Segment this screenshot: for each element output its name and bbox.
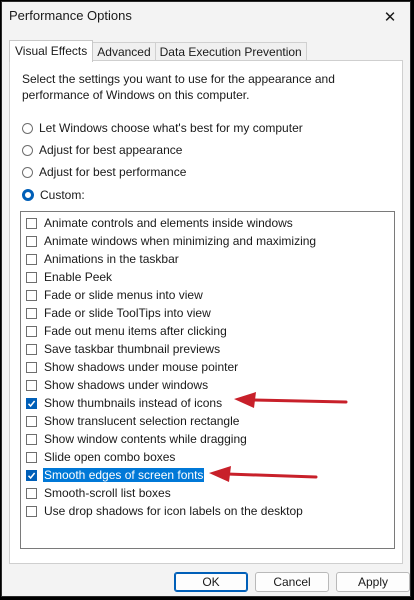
radio-label: Custom: bbox=[40, 188, 85, 202]
effect-label: Smooth-scroll list boxes bbox=[44, 486, 171, 500]
dialog-footer: OK Cancel Apply bbox=[2, 564, 410, 596]
effect-label: Use drop shadows for icon labels on the … bbox=[44, 504, 303, 518]
effect-list-item[interactable]: Save taskbar thumbnail previews bbox=[21, 340, 394, 358]
performance-options-window: Performance Options ✕ Visual Effects Adv… bbox=[1, 1, 411, 597]
checkbox-unchecked-icon[interactable] bbox=[26, 289, 37, 301]
effect-label: Animate controls and elements inside win… bbox=[44, 216, 293, 230]
radio-label: Let Windows choose what's best for my co… bbox=[39, 121, 303, 135]
radio-unchecked-icon bbox=[22, 166, 33, 178]
checkbox-unchecked-icon[interactable] bbox=[26, 361, 37, 373]
effect-list-item[interactable]: Smooth-scroll list boxes bbox=[21, 484, 394, 502]
effect-label: Show window contents while dragging bbox=[44, 432, 247, 446]
description-text: Select the settings you want to use for … bbox=[22, 72, 335, 102]
checkbox-unchecked-icon[interactable] bbox=[26, 433, 37, 445]
ok-button[interactable]: OK bbox=[174, 572, 248, 592]
effect-list-item[interactable]: Fade out menu items after clicking bbox=[21, 322, 394, 340]
checkbox-unchecked-icon[interactable] bbox=[26, 415, 37, 427]
checkbox-unchecked-icon[interactable] bbox=[26, 505, 37, 517]
checkbox-unchecked-icon[interactable] bbox=[26, 253, 37, 265]
radio-option-2[interactable]: Adjust for best performance bbox=[22, 163, 186, 181]
effect-label: Smooth edges of screen fonts bbox=[43, 468, 205, 482]
effect-label: Show thumbnails instead of icons bbox=[44, 396, 223, 410]
checkbox-checked-icon[interactable] bbox=[26, 469, 37, 481]
radio-unchecked-icon bbox=[22, 144, 33, 156]
checkbox-unchecked-icon[interactable] bbox=[26, 451, 37, 463]
close-button[interactable]: ✕ bbox=[370, 2, 410, 32]
checkbox-unchecked-icon[interactable] bbox=[26, 343, 37, 355]
effect-list-item[interactable]: Animate controls and elements inside win… bbox=[21, 214, 394, 232]
checkbox-unchecked-icon[interactable] bbox=[26, 235, 37, 247]
effect-list-item[interactable]: Show shadows under mouse pointer bbox=[21, 358, 394, 376]
title-bar: Performance Options ✕ bbox=[2, 2, 410, 32]
effect-label: Show translucent selection rectangle bbox=[44, 414, 240, 428]
effect-label: Slide open combo boxes bbox=[44, 450, 176, 464]
effect-label: Enable Peek bbox=[44, 270, 113, 284]
effect-list-item[interactable]: Animations in the taskbar bbox=[21, 250, 394, 268]
effect-label: Show shadows under mouse pointer bbox=[44, 360, 239, 374]
checkbox-unchecked-icon[interactable] bbox=[26, 217, 37, 229]
effect-label: Show shadows under windows bbox=[44, 378, 209, 392]
window-title: Performance Options bbox=[9, 8, 132, 23]
tab-visual-effects[interactable]: Visual Effects bbox=[9, 40, 94, 62]
tab-advanced[interactable]: Advanced bbox=[92, 42, 156, 61]
radio-unchecked-icon bbox=[22, 122, 33, 134]
checkbox-unchecked-icon[interactable] bbox=[26, 379, 37, 391]
checkbox-unchecked-icon[interactable] bbox=[26, 307, 37, 319]
radio-option-1[interactable]: Adjust for best appearance bbox=[22, 141, 182, 159]
radio-option-0[interactable]: Let Windows choose what's best for my co… bbox=[22, 119, 303, 137]
effect-list-item[interactable]: Animate windows when minimizing and maxi… bbox=[21, 232, 394, 250]
checkbox-unchecked-icon[interactable] bbox=[26, 325, 37, 337]
effect-label: Fade or slide menus into view bbox=[44, 288, 203, 302]
effect-list-item[interactable]: Fade or slide ToolTips into view bbox=[21, 304, 394, 322]
radio-label: Adjust for best appearance bbox=[39, 143, 183, 157]
effect-list-item[interactable]: Fade or slide menus into view bbox=[21, 286, 394, 304]
effect-label: Fade out menu items after clicking bbox=[44, 324, 227, 338]
effect-label: Animate windows when minimizing and maxi… bbox=[44, 234, 317, 248]
checkbox-unchecked-icon[interactable] bbox=[26, 487, 37, 499]
effect-list-item[interactable]: Show window contents while dragging bbox=[21, 430, 394, 448]
checkbox-unchecked-icon[interactable] bbox=[26, 271, 37, 283]
effect-list-item[interactable]: Slide open combo boxes bbox=[21, 448, 394, 466]
radio-label: Adjust for best performance bbox=[39, 165, 187, 179]
tab-strip: Visual Effects Advanced Data Execution P… bbox=[9, 40, 307, 62]
annotation-arrow-thumbnails bbox=[234, 392, 348, 408]
effect-label: Save taskbar thumbnail previews bbox=[44, 342, 221, 356]
effect-label: Fade or slide ToolTips into view bbox=[44, 306, 211, 320]
tab-data-execution-prevention[interactable]: Data Execution Prevention bbox=[154, 42, 307, 61]
cancel-button[interactable]: Cancel bbox=[255, 572, 329, 592]
effect-list-item[interactable]: Show translucent selection rectangle bbox=[21, 412, 394, 430]
effects-listbox[interactable]: Animate controls and elements inside win… bbox=[20, 211, 395, 549]
checkbox-checked-icon[interactable] bbox=[26, 397, 37, 409]
radio-checked-icon bbox=[22, 189, 34, 201]
close-icon: ✕ bbox=[383, 9, 397, 26]
apply-button[interactable]: Apply bbox=[336, 572, 410, 592]
visual-effects-panel: Select the settings you want to use for … bbox=[9, 60, 403, 564]
effect-label: Animations in the taskbar bbox=[44, 252, 179, 266]
radio-option-3[interactable]: Custom: bbox=[22, 186, 85, 204]
effect-list-item[interactable]: Enable Peek bbox=[21, 268, 394, 286]
effect-list-item[interactable]: Use drop shadows for icon labels on the … bbox=[21, 502, 394, 520]
annotation-arrow-smooth-fonts bbox=[209, 466, 318, 482]
